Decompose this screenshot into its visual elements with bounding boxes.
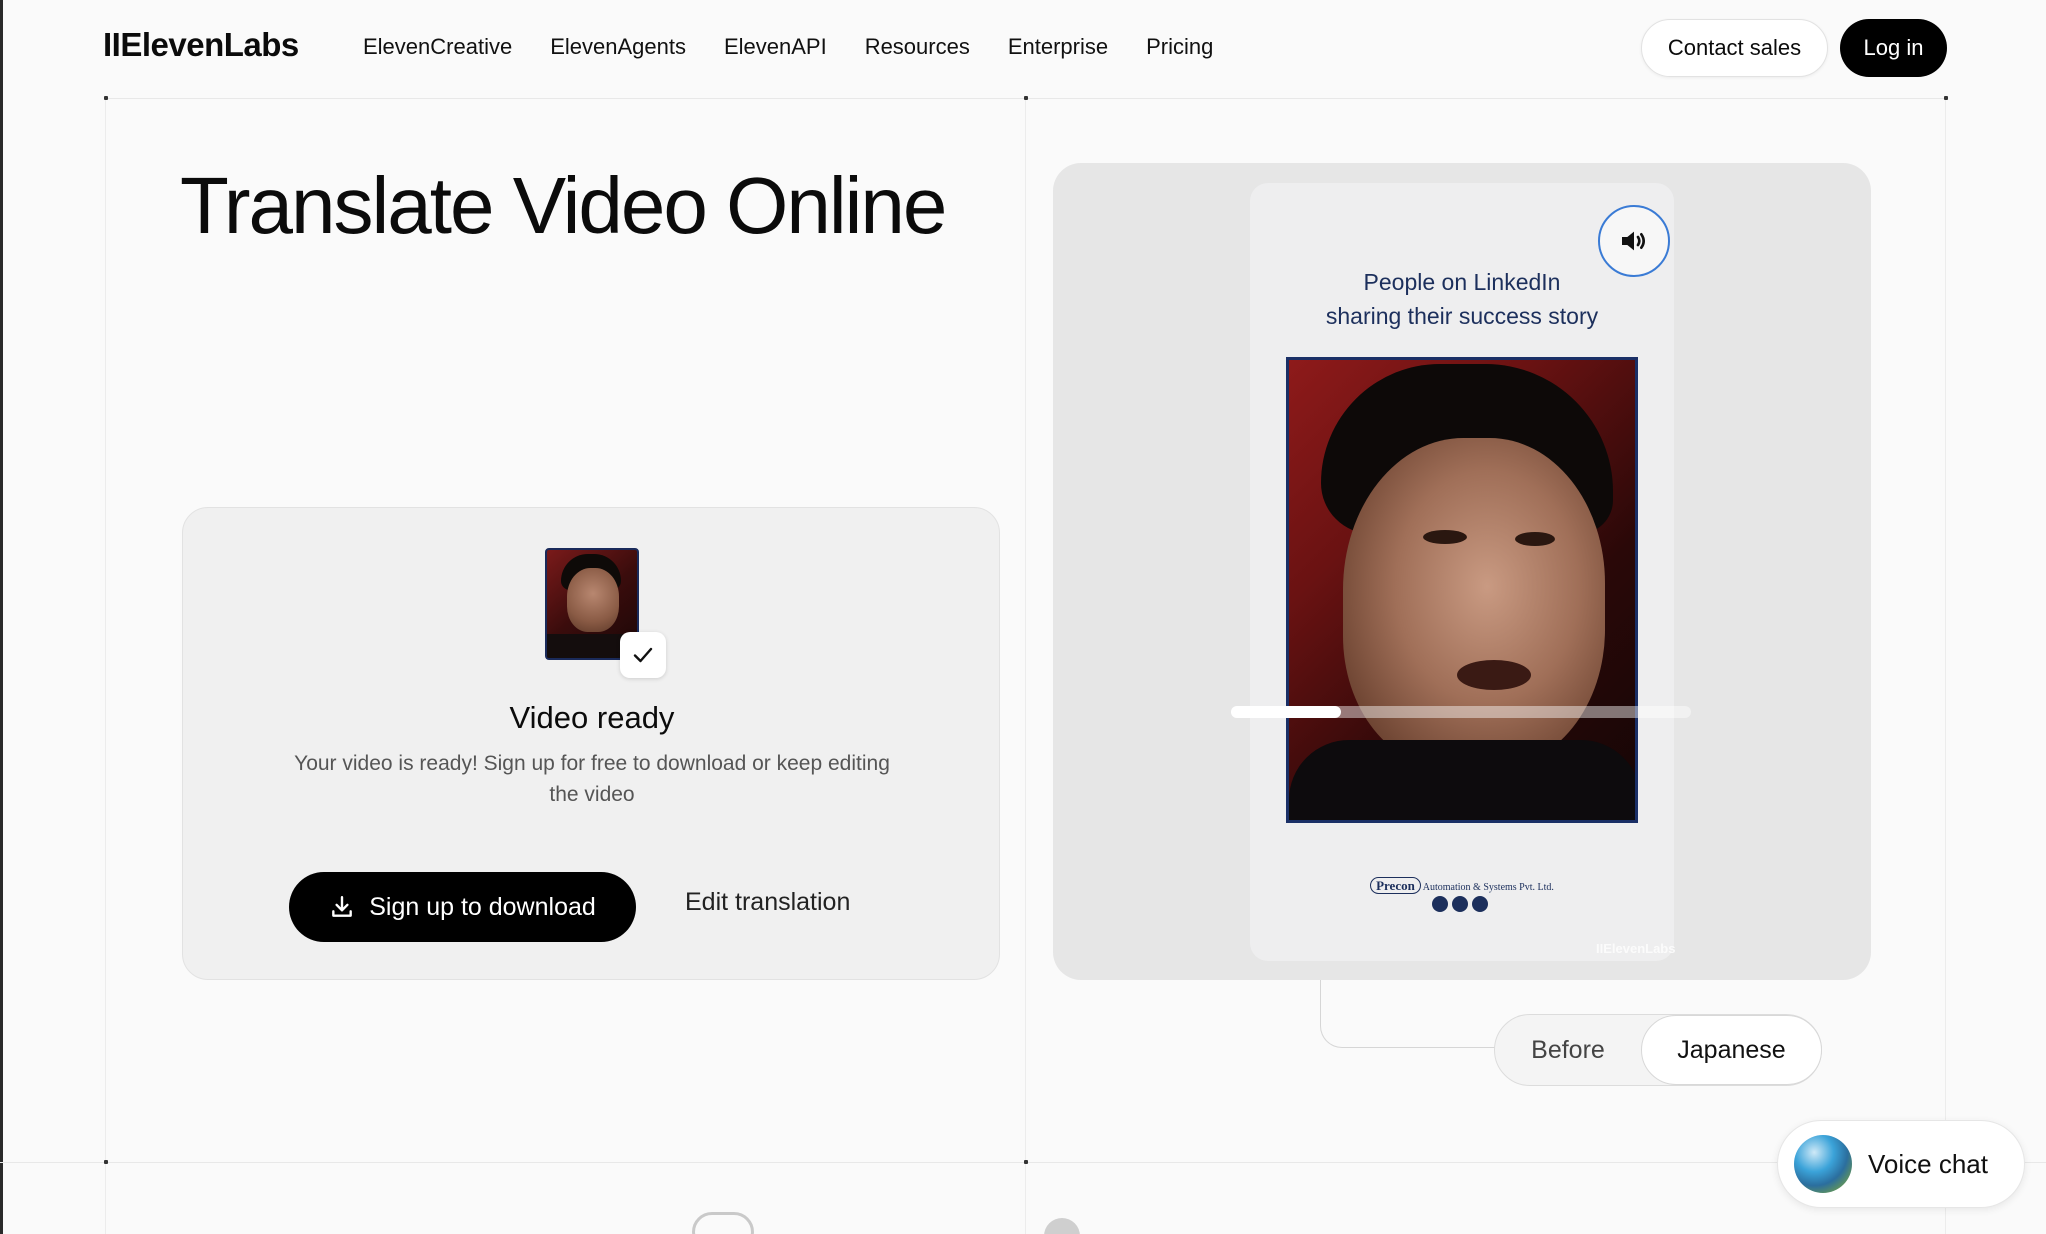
corner-dot <box>1944 96 1948 100</box>
divider <box>1025 98 1026 1234</box>
facebook-icon <box>1452 896 1468 912</box>
video-progress-bar[interactable] <box>1231 706 1691 718</box>
page-title: Translate Video Online <box>180 161 947 250</box>
social-icons <box>1432 896 1488 912</box>
corner-dot <box>104 96 108 100</box>
edit-translation-button[interactable]: Edit translation <box>685 888 850 917</box>
card-description: Your video is ready! Sign up for free to… <box>294 752 890 806</box>
nav-link-elevenagents[interactable]: ElevenAgents <box>550 34 686 60</box>
nav-link-enterprise[interactable]: Enterprise <box>1008 34 1108 60</box>
company-logo: Precon Automation & Systems Pvt. Ltd. <box>1250 877 1674 894</box>
company-logo-mark: Precon <box>1370 877 1421 894</box>
partner-logo <box>692 1212 754 1234</box>
window-edge <box>0 0 3 1234</box>
nav-link-resources[interactable]: Resources <box>865 34 970 60</box>
corner-dot <box>1024 96 1028 100</box>
before-option[interactable]: Before <box>1495 1015 1641 1085</box>
corner-dot <box>104 1160 108 1164</box>
corner-dot <box>1024 1160 1028 1164</box>
logo[interactable]: IIElevenLabs <box>103 26 299 64</box>
speaker-photo <box>1286 357 1638 823</box>
video-caption: People on LinkedIn sharing their success… <box>1250 265 1674 333</box>
top-nav: IIElevenLabs ElevenCreative ElevenAgents… <box>0 0 2046 98</box>
login-button[interactable]: Log in <box>1840 19 1947 77</box>
contact-sales-button[interactable]: Contact sales <box>1641 19 1828 77</box>
partner-logo <box>1044 1218 1080 1234</box>
video-frame: People on LinkedIn sharing their success… <box>1250 183 1676 961</box>
nav-link-elevenapi[interactable]: ElevenAPI <box>724 34 827 60</box>
caption-line: sharing their success story <box>1325 303 1599 329</box>
before-after-toggle: Before Japanese <box>1494 1014 1822 1086</box>
card-title: Video ready <box>509 700 675 735</box>
divider <box>0 1162 2046 1163</box>
sign-up-to-download-button[interactable]: Sign up to download <box>289 872 636 942</box>
voice-chat-button[interactable]: Voice chat <box>1777 1120 2025 1208</box>
nav-links: ElevenCreative ElevenAgents ElevenAPI Re… <box>363 34 1213 60</box>
voice-chat-label: Voice chat <box>1868 1148 1988 1179</box>
sign-up-label: Sign up to download <box>369 892 596 921</box>
video-preview[interactable]: People on LinkedIn sharing their success… <box>1053 163 1871 980</box>
caption-line: People on LinkedIn <box>1363 269 1561 295</box>
voice-orb-icon <box>1794 1135 1852 1193</box>
nav-link-pricing[interactable]: Pricing <box>1146 34 1213 60</box>
video-progress-fill <box>1231 706 1342 718</box>
watermark: IIElevenLabs <box>1596 941 1676 956</box>
check-icon <box>620 632 666 678</box>
speaker-icon <box>1622 231 1645 251</box>
download-icon <box>332 896 353 917</box>
divider <box>105 98 106 1234</box>
instagram-icon <box>1432 896 1448 912</box>
divider <box>1945 98 1946 1234</box>
twitter-icon <box>1472 896 1488 912</box>
language-option[interactable]: Japanese <box>1641 1015 1822 1085</box>
company-name: Automation & Systems Pvt. Ltd. <box>1422 882 1554 893</box>
video-ready-card: Video ready Your video is ready! Sign up… <box>182 507 1000 980</box>
connector-line <box>1320 980 1505 1048</box>
nav-link-elevencreative[interactable]: ElevenCreative <box>363 34 512 60</box>
